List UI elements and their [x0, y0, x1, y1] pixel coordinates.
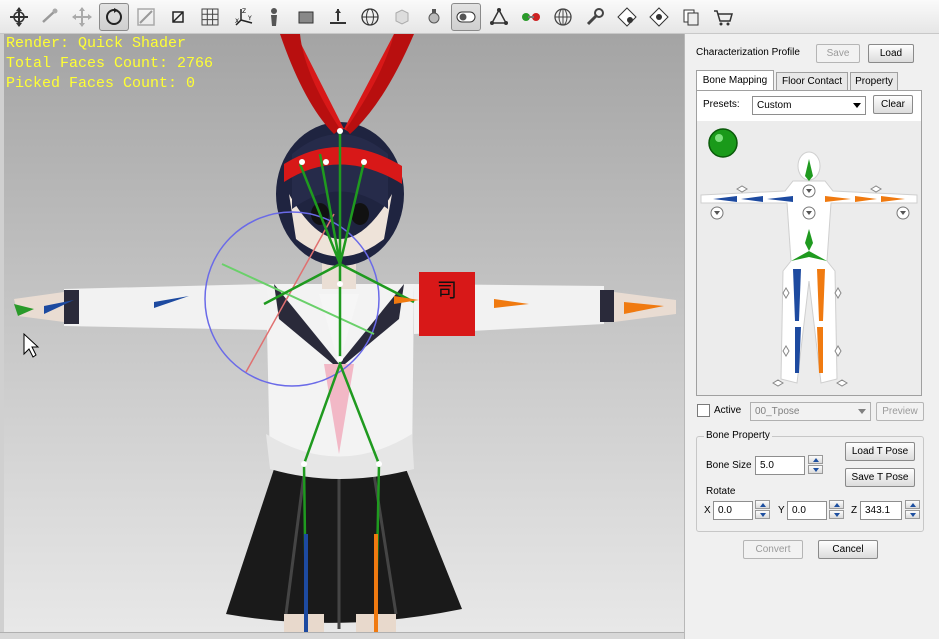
axis-icon[interactable]: ZY X — [229, 3, 259, 31]
pose-value: 00_Tpose — [755, 406, 800, 417]
rotate-y-input[interactable]: 0.0 — [787, 501, 827, 520]
color-balls-icon[interactable] — [516, 3, 546, 31]
characterization-panel: Characterization Profile Save Load Bone … — [684, 34, 939, 639]
clear-button[interactable]: Clear — [873, 95, 913, 114]
save-button[interactable]: Save — [816, 44, 860, 63]
preview-button[interactable]: Preview — [876, 402, 924, 421]
bone-size-input[interactable]: 5.0 — [755, 456, 805, 475]
cancel-button[interactable]: Cancel — [818, 540, 878, 559]
rotate-y-stepper[interactable] — [829, 500, 844, 519]
bone-size-label: Bone Size — [706, 460, 752, 471]
increment-icon[interactable] — [829, 500, 844, 509]
decrement-icon[interactable] — [755, 510, 770, 519]
armband-mark: 司 — [437, 278, 457, 302]
presets-dropdown[interactable]: Custom — [752, 96, 866, 115]
move-icon[interactable] — [4, 3, 34, 31]
globe-icon[interactable] — [548, 3, 578, 31]
settings-plugin-2-icon[interactable] — [644, 3, 674, 31]
export-icon[interactable] — [676, 3, 706, 31]
increment-icon[interactable] — [808, 455, 823, 464]
presets-label: Presets: — [703, 99, 740, 110]
presets-value: Custom — [757, 100, 792, 111]
horizontal-scrollbar[interactable] — [0, 632, 684, 639]
figure-icon[interactable] — [259, 3, 289, 31]
bone-property-title: Bone Property — [704, 430, 772, 441]
svg-text:Y: Y — [247, 15, 252, 22]
floor-icon[interactable] — [323, 3, 353, 31]
scale-icon[interactable] — [131, 3, 161, 31]
rotate-label: Rotate — [706, 486, 736, 497]
save-tpose-button[interactable]: Save T Pose — [845, 468, 915, 487]
bone-map-diagram[interactable] — [697, 121, 921, 395]
pan-icon[interactable] — [67, 3, 97, 31]
rotate-z-input[interactable]: 343.1 — [860, 501, 902, 520]
increment-icon[interactable] — [755, 500, 770, 509]
cube-icon[interactable] — [387, 3, 417, 31]
decrement-icon[interactable] — [808, 465, 823, 474]
character-model[interactable]: 司 — [4, 34, 684, 632]
convert-button[interactable]: Convert — [743, 540, 803, 559]
select-box-icon[interactable] — [163, 3, 193, 31]
rotate-y-label: Y — [778, 505, 785, 516]
profile-label: Characterization Profile — [696, 47, 800, 58]
increment-icon[interactable] — [905, 500, 920, 509]
load-tpose-button[interactable]: Load T Pose — [845, 442, 915, 461]
settings-plugin-icon[interactable] — [612, 3, 642, 31]
rotate-x-stepper[interactable] — [755, 500, 770, 519]
picked-faces-label: Picked Faces Count: 0 — [6, 75, 196, 92]
bone-pick-icon[interactable] — [35, 3, 65, 31]
decrement-icon[interactable] — [829, 510, 844, 519]
3d-viewport[interactable]: 司 Render: Quick Shader Total Faces Count… — [4, 34, 684, 632]
tab-floor-contact[interactable]: Floor Contact — [776, 72, 848, 90]
bone-mapping-tab-panel: Presets: Custom Clear — [696, 90, 922, 396]
chevron-down-icon — [853, 103, 861, 108]
light-bulb-icon[interactable] — [419, 3, 449, 31]
svg-text:Z: Z — [242, 8, 246, 15]
sphere-grid-icon[interactable] — [355, 3, 385, 31]
tab-property[interactable]: Property — [850, 72, 898, 90]
active-label: Active — [714, 405, 742, 416]
render-mode-label: Render: Quick Shader — [6, 35, 187, 52]
rotate-x-label: X — [704, 505, 711, 516]
cart-icon[interactable] — [708, 3, 738, 31]
grid-icon[interactable] — [195, 3, 225, 31]
rotate-icon[interactable] — [99, 3, 129, 31]
rotate-z-stepper[interactable] — [905, 500, 920, 519]
chevron-down-icon — [858, 409, 866, 414]
bone-group-icon[interactable] — [484, 3, 514, 31]
total-faces-label: Total Faces Count: 2766 — [6, 55, 214, 72]
svg-text:X: X — [235, 18, 239, 25]
bone-size-stepper[interactable] — [808, 455, 823, 474]
rotate-x-input[interactable]: 0.0 — [713, 501, 753, 520]
active-checkbox[interactable] — [697, 404, 710, 417]
decrement-icon[interactable] — [905, 510, 920, 519]
wrench-icon[interactable] — [580, 3, 610, 31]
load-button[interactable]: Load — [868, 44, 914, 63]
rectangle-icon[interactable] — [291, 3, 321, 31]
pose-dropdown[interactable]: 00_Tpose — [750, 402, 871, 421]
toolbar: ZY X — [0, 0, 939, 34]
app-window: ZYX 司 Render: Quick Shader Total Faces C… — [0, 0, 939, 639]
tab-bone-mapping[interactable]: Bone Mapping — [696, 70, 774, 90]
toggle-view-icon[interactable] — [451, 3, 481, 31]
rotate-z-label: Z — [851, 505, 858, 516]
